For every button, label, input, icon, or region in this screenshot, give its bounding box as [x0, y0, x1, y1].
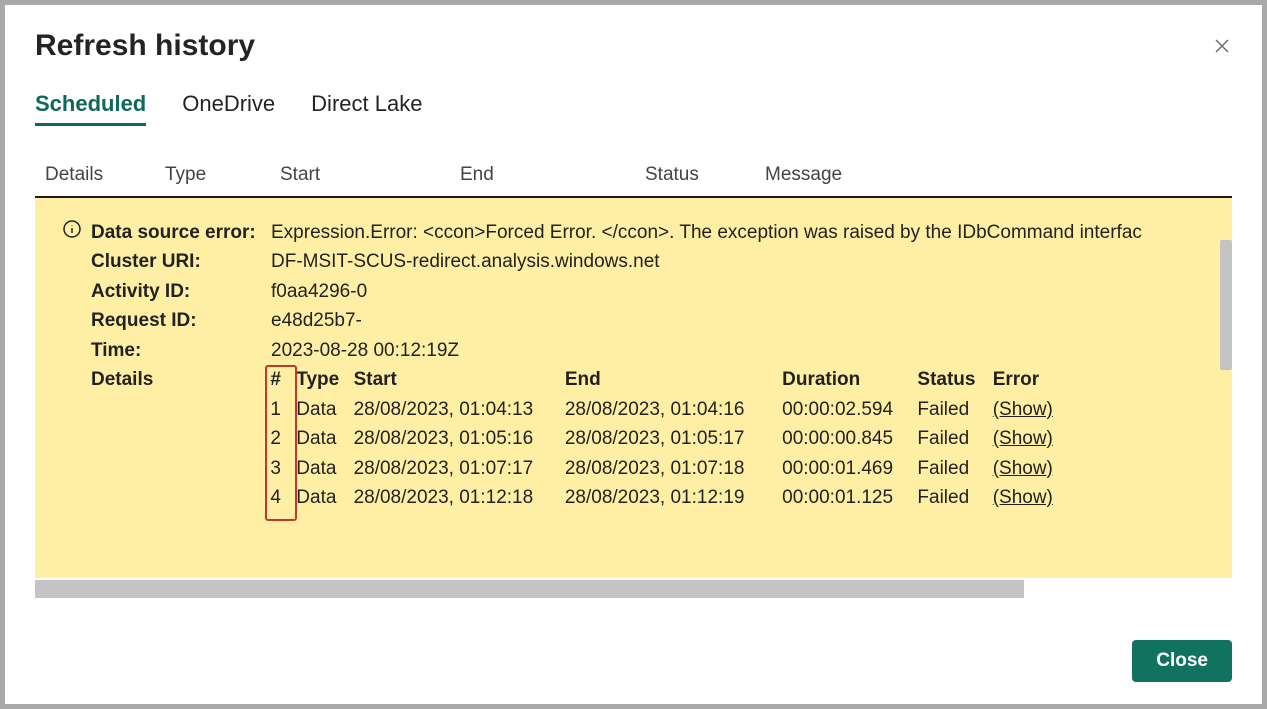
details-row: 4 Data 28/08/2023, 01:12:18 28/08/2023, … [269, 483, 1061, 512]
cluster-uri-label: Cluster URI: [91, 247, 271, 276]
details-col-type: Type [296, 365, 348, 394]
col-status: Status [645, 164, 765, 186]
row-end: 28/08/2023, 01:07:18 [565, 454, 777, 483]
row-num: 2 [269, 424, 291, 453]
close-icon[interactable] [1212, 36, 1232, 56]
col-type: Type [165, 164, 280, 186]
data-source-error-value: Expression.Error: <ccon>Forced Error. </… [271, 218, 1232, 247]
vertical-scrollbar[interactable] [1220, 240, 1232, 370]
time-label: Time: [91, 336, 271, 365]
dialog: Refresh history Scheduled OneDrive Direc… [0, 0, 1267, 709]
dialog-title: Refresh history [35, 29, 255, 63]
details-label: Details [91, 365, 269, 512]
col-start: Start [280, 164, 460, 186]
details-row: 2 Data 28/08/2023, 01:05:16 28/08/2023, … [269, 424, 1061, 453]
tab-direct-lake[interactable]: Direct Lake [311, 91, 422, 126]
row-type: Data [296, 424, 348, 453]
cluster-uri-value: DF-MSIT-SCUS-redirect.analysis.windows.n… [271, 247, 1232, 276]
activity-id-value: f0aa4296-0 [271, 277, 1232, 306]
row-end: 28/08/2023, 01:05:17 [565, 424, 777, 453]
row-end: 28/08/2023, 01:04:16 [565, 395, 777, 424]
row-duration: 00:00:00.845 [782, 424, 912, 453]
row-status: Failed [917, 483, 987, 512]
details-row: 1 Data 28/08/2023, 01:04:13 28/08/2023, … [269, 395, 1061, 424]
col-message: Message [765, 164, 1222, 186]
row-duration: 00:00:01.469 [782, 454, 912, 483]
dialog-footer: Close [1132, 640, 1232, 682]
history-column-headers: Details Type Start End Status Message [35, 162, 1232, 196]
row-type: Data [296, 454, 348, 483]
row-num: 3 [269, 454, 291, 483]
row-num: 4 [269, 483, 291, 512]
error-metadata: Data source error: Expression.Error: <cc… [91, 218, 1232, 512]
col-end: End [460, 164, 645, 186]
request-id-value: e48d25b7- [271, 306, 1232, 335]
data-source-error-label: Data source error: [91, 218, 271, 247]
row-start: 28/08/2023, 01:05:16 [354, 424, 560, 453]
show-error-link[interactable]: (Show) [993, 395, 1061, 424]
row-type: Data [296, 395, 348, 424]
details-col-status: Status [917, 365, 987, 394]
details-col-num: # [269, 365, 291, 394]
tab-scheduled[interactable]: Scheduled [35, 91, 146, 126]
row-start: 28/08/2023, 01:07:17 [354, 454, 560, 483]
row-status: Failed [917, 395, 987, 424]
show-error-link[interactable]: (Show) [993, 424, 1061, 453]
row-start: 28/08/2023, 01:04:13 [354, 395, 560, 424]
row-type: Data [296, 483, 348, 512]
details-row: 3 Data 28/08/2023, 01:07:17 28/08/2023, … [269, 454, 1061, 483]
history-scroll-area: Data source error: Expression.Error: <cc… [35, 198, 1232, 578]
horizontal-scrollbar[interactable] [35, 580, 1024, 598]
tab-bar: Scheduled OneDrive Direct Lake [35, 91, 1232, 126]
details-col-error: Error [993, 365, 1061, 394]
row-duration: 00:00:01.125 [782, 483, 912, 512]
details-col-end: End [565, 365, 777, 394]
details-col-duration: Duration [782, 365, 912, 394]
show-error-link[interactable]: (Show) [993, 483, 1061, 512]
info-icon [63, 220, 81, 238]
time-value: 2023-08-28 00:12:19Z [271, 336, 1232, 365]
row-end: 28/08/2023, 01:12:19 [565, 483, 777, 512]
details-table-header: # Type Start End Duration Status Error [269, 365, 1061, 394]
row-num: 1 [269, 395, 291, 424]
show-error-link[interactable]: (Show) [993, 454, 1061, 483]
details-col-start: Start [354, 365, 560, 394]
row-duration: 00:00:02.594 [782, 395, 912, 424]
close-button[interactable]: Close [1132, 640, 1232, 682]
row-status: Failed [917, 454, 987, 483]
col-details: Details [45, 164, 165, 186]
error-panel: Data source error: Expression.Error: <cc… [35, 198, 1232, 578]
tab-onedrive[interactable]: OneDrive [182, 91, 275, 126]
request-id-label: Request ID: [91, 306, 271, 335]
row-start: 28/08/2023, 01:12:18 [354, 483, 560, 512]
row-status: Failed [917, 424, 987, 453]
activity-id-label: Activity ID: [91, 277, 271, 306]
dialog-header: Refresh history [35, 29, 1232, 63]
